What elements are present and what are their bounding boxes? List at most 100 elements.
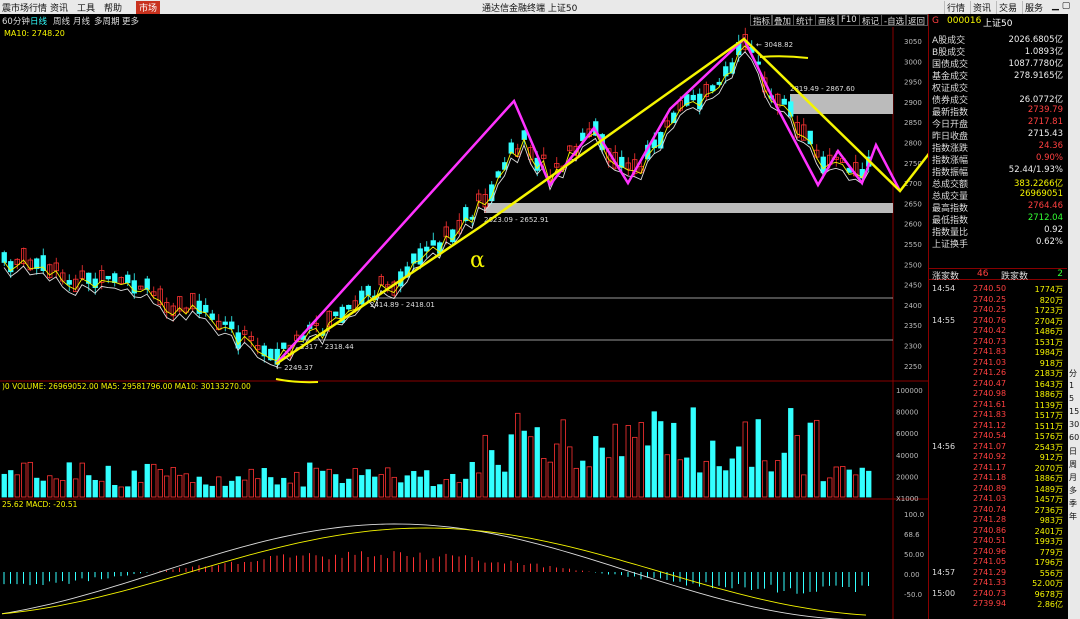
tick-row: 14:55 2740.76 2704万 <box>929 316 1067 327</box>
volume-bar <box>612 423 618 498</box>
volume-bar <box>365 469 371 498</box>
price-tick: 2900 <box>904 99 922 107</box>
tick-row: 2741.28 983万 <box>929 515 1067 526</box>
panel-prefix: G <box>932 16 939 26</box>
volume-bar <box>775 460 781 498</box>
volume-bar <box>534 427 540 498</box>
tick-row: 2741.61 1139万 <box>929 400 1067 411</box>
volume-bar <box>112 484 118 498</box>
volume-bar <box>768 471 774 498</box>
side-period-item[interactable]: 5 <box>1069 394 1074 403</box>
volume-bar <box>274 484 280 498</box>
side-period-item[interactable]: 15 <box>1069 407 1079 416</box>
menu-news[interactable]: 资讯 <box>50 1 68 14</box>
annot-high: ← 3048.82 <box>756 41 793 49</box>
volume-bar <box>287 482 293 498</box>
btn-back[interactable]: 返回 <box>905 14 928 27</box>
stat-row: 权证成交 <box>929 81 1067 94</box>
tick-price: 2741.03 <box>973 357 1007 367</box>
side-period-item[interactable]: 多 <box>1069 485 1077 496</box>
volume-bar <box>320 470 326 498</box>
macd-tick: -50.0 <box>904 591 922 599</box>
btn-watchlist[interactable]: -自选 <box>881 14 908 27</box>
volume-bar <box>92 479 98 498</box>
tick-price: 2740.25 <box>973 305 1007 314</box>
menu-help[interactable]: 帮助 <box>104 1 122 14</box>
menu-tools[interactable]: 工具 <box>77 1 95 14</box>
top-btn-service[interactable]: 服务 <box>1022 1 1045 14</box>
tf-60min[interactable]: 60分钟 <box>2 15 30 27</box>
stat-value: 0.90% <box>1035 153 1063 163</box>
top-btn-quotes[interactable]: 行情 <box>944 1 967 14</box>
volume-bar <box>378 474 384 498</box>
tick-price: 2740.74 <box>973 504 1007 514</box>
advance-decline-row: 涨家数 46 跌家数 2 <box>929 268 1067 282</box>
volume-bar <box>541 458 547 498</box>
tf-more[interactable]: 更多 <box>122 15 139 27</box>
top-btn-news[interactable]: 资讯 <box>970 1 993 14</box>
volume-bar <box>684 457 690 498</box>
volume-bar <box>359 475 365 498</box>
tick-price: 2740.92 <box>973 452 1007 461</box>
price-tick: 2550 <box>904 241 922 249</box>
side-period-item[interactable]: 30 <box>1069 420 1079 429</box>
stat-row: 上证换手 0.62% <box>929 237 1067 250</box>
btn-overlay[interactable]: 叠加 <box>771 14 795 27</box>
volume-bar <box>515 412 521 498</box>
volume-bar <box>866 470 872 498</box>
btn-f10[interactable]: F10 <box>838 14 860 26</box>
btn-mark[interactable]: 标记 <box>859 14 883 27</box>
btn-draw[interactable]: 画线 <box>815 14 839 27</box>
volume-bar <box>170 467 176 498</box>
side-period-item[interactable]: 月 <box>1069 472 1077 483</box>
annot-low: ← 2249.37 <box>276 364 313 372</box>
tick-vol: 1774万 <box>1034 285 1063 294</box>
kline-chart[interactable]: MA10: 2748.20 )0 VOLUME: 26969052.00 MA5… <box>0 27 928 619</box>
macd-axis: 100.0 68.6 50.00 0.00 -50.0 <box>904 511 924 599</box>
volume-bar <box>456 482 462 498</box>
volume-bar <box>508 434 514 498</box>
side-period-item[interactable]: 60 <box>1069 433 1079 442</box>
volume-bar <box>307 462 313 498</box>
stat-value: 0.62% <box>1035 237 1063 247</box>
tick-vol: 820万 <box>1039 295 1063 305</box>
side-period-item[interactable]: 日 <box>1069 446 1077 457</box>
volume-bar <box>144 463 150 498</box>
tick-price: 2740.86 <box>973 525 1007 535</box>
tf-weekly[interactable]: 周线 <box>53 15 70 27</box>
volume-bar <box>222 485 228 498</box>
btn-indicator[interactable]: 指标 <box>750 14 774 27</box>
volume-tick: 60000 <box>896 430 918 438</box>
side-period-item[interactable]: 周 <box>1069 459 1077 470</box>
btn-stats[interactable]: 统计 <box>793 14 817 27</box>
side-period-item[interactable]: 1 <box>1069 381 1074 390</box>
tick-row: 2741.83 1984万 <box>929 347 1067 358</box>
volume-bar <box>554 443 560 498</box>
tick-price: 2739.94 <box>973 599 1007 608</box>
side-period-item[interactable]: 季 <box>1069 498 1077 509</box>
stat-value: 383.2266亿 <box>1013 179 1063 189</box>
volume-bar <box>209 485 215 498</box>
side-period-item[interactable]: 分 <box>1069 368 1077 379</box>
tick-price: 2741.29 <box>973 567 1007 577</box>
tick-price: 2740.98 <box>973 389 1007 398</box>
minimize-icon[interactable]: ▁ ▢ <box>1050 1 1072 11</box>
tick-row: 2740.51 1993万 <box>929 536 1067 547</box>
volume-tick: 80000 <box>896 409 918 417</box>
volume-bar <box>807 422 813 498</box>
tf-monthly[interactable]: 月线 <box>73 15 90 27</box>
tf-multi[interactable]: 多周期 <box>94 15 120 27</box>
tf-daily[interactable]: 日线 <box>30 15 47 27</box>
menu-app-title[interactable]: 震市场行情 <box>2 1 47 14</box>
volume-bar <box>814 419 820 498</box>
volume-tick: 20000 <box>896 473 918 481</box>
tick-price: 2740.73 <box>973 336 1007 346</box>
volume-bar <box>788 408 794 498</box>
tick-price: 2741.28 <box>973 515 1007 524</box>
top-btn-trade[interactable]: 交易 <box>996 1 1019 14</box>
stat-row: 总成交额 383.2266亿 <box>929 177 1067 190</box>
side-period-item[interactable]: 年 <box>1069 511 1077 522</box>
volume-bar <box>820 481 826 498</box>
tick-vol: 779万 <box>1039 547 1063 557</box>
menu-market[interactable]: 市场 <box>136 1 161 14</box>
